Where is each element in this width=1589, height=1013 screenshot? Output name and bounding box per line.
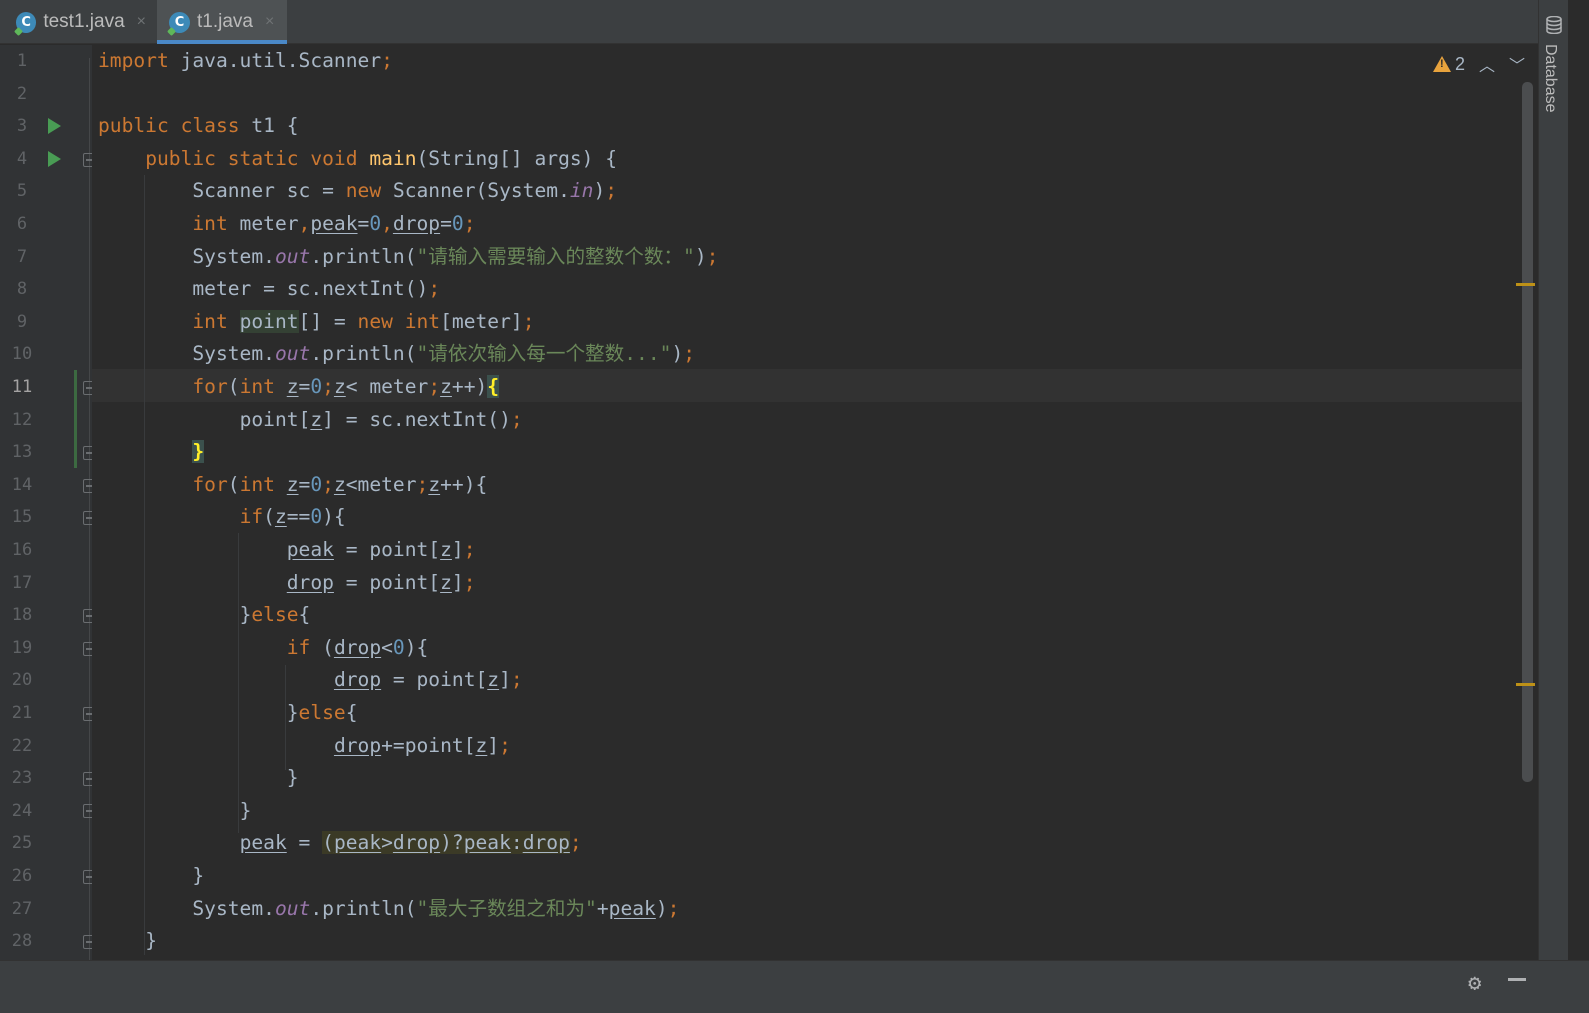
line-number: 28 xyxy=(11,931,33,952)
warning-stripe-marker[interactable] xyxy=(1516,283,1535,286)
line-number: 22 xyxy=(11,735,33,756)
vertical-scrollbar[interactable] xyxy=(1522,82,1533,782)
line-number: 2 xyxy=(16,83,28,104)
code-line-24: } xyxy=(239,798,252,822)
previous-highlight-icon[interactable]: ︿ xyxy=(1479,52,1495,76)
line-number: 27 xyxy=(11,898,33,919)
database-tool-button[interactable]: Database xyxy=(1541,44,1559,113)
tab-test1-java[interactable]: C test1.java × xyxy=(0,0,156,44)
vcs-change-marker[interactable] xyxy=(74,370,77,468)
code-editor[interactable]: import java.util.Scanner; public class t… xyxy=(92,45,1522,960)
line-number: 5 xyxy=(16,181,28,202)
code-line-3: public class t1 { xyxy=(98,114,299,138)
line-number: 7 xyxy=(16,246,28,267)
right-tool-strip: Database xyxy=(1538,0,1568,960)
code-line-22: drop+=point[z]; xyxy=(333,733,511,757)
inspection-widget[interactable]: 2 ︿ ﹀ xyxy=(1433,51,1525,77)
java-class-icon: C xyxy=(169,11,190,33)
line-number: 3 xyxy=(16,116,28,137)
code-line-8: meter = sc.nextInt(); xyxy=(192,277,441,301)
tab-label: t1.java xyxy=(197,11,253,32)
code-line-18: }else{ xyxy=(239,603,311,627)
line-number: 4 xyxy=(16,148,28,169)
code-line-14: for(int z=0;z<meter;z++){ xyxy=(192,472,488,496)
code-line-25: peak = (peak>drop)?peak:drop; xyxy=(239,831,582,855)
editor-gutter: 1 2 3 4 5 6 7 8 9 10 11 12 13 14 15 16 17 18 19 20 21 22 23 24 2… xyxy=(0,45,96,960)
line-number: 26 xyxy=(11,866,33,886)
line-number: 23 xyxy=(11,768,33,789)
code-line-1: import java.util.Scanner; xyxy=(98,49,393,72)
warning-count: 2 xyxy=(1455,53,1466,74)
code-line-13: } xyxy=(192,440,205,464)
run-class-icon[interactable] xyxy=(48,118,61,134)
java-class-icon: C xyxy=(16,11,37,33)
warning-stripe-marker[interactable] xyxy=(1516,683,1535,686)
code-line-12: point[z] = sc.nextInt(); xyxy=(239,407,523,431)
line-number: 14 xyxy=(11,474,33,495)
code-line-5: Scanner sc = new Scanner(System.in); xyxy=(192,179,618,203)
line-number: 24 xyxy=(11,800,33,821)
editor-tab-bar: C test1.java × C t1.java × xyxy=(0,0,1538,44)
line-number: 17 xyxy=(11,572,33,593)
code-line-19: if (drop<0){ xyxy=(286,635,429,659)
line-number: 19 xyxy=(11,637,33,658)
line-number: 1 xyxy=(16,51,28,71)
line-number: 9 xyxy=(16,311,28,332)
line-number: 21 xyxy=(11,703,33,723)
line-number: 11 xyxy=(11,377,33,397)
gutter-divider xyxy=(89,58,90,960)
gear-icon[interactable]: ⚙ xyxy=(1468,971,1481,996)
line-number: 20 xyxy=(11,670,33,691)
minimize-icon[interactable] xyxy=(1508,978,1526,981)
code-line-26: } xyxy=(192,864,205,887)
line-number: 8 xyxy=(16,279,28,300)
code-line-20: drop = point[z]; xyxy=(333,668,523,692)
code-line-21: }else{ xyxy=(286,701,358,724)
next-highlight-icon[interactable]: ﹀ xyxy=(1509,52,1525,76)
code-line-10: System.out.println("请依次输入每一个整数..."); xyxy=(192,342,696,366)
code-line-27: System.out.println("最大子数组之和为"+peak); xyxy=(192,896,680,920)
tab-label: test1.java xyxy=(43,11,125,32)
line-number: 25 xyxy=(11,833,33,854)
code-line-16: peak = point[z]; xyxy=(286,538,476,561)
line-number: 18 xyxy=(11,605,33,626)
line-number: 12 xyxy=(11,409,33,430)
code-line-6: int meter,peak=0,drop=0; xyxy=(192,212,476,235)
line-number: 15 xyxy=(11,507,33,528)
code-line-7: System.out.println("请输入需要输入的整数个数："); xyxy=(192,244,719,268)
code-line-11: for(int z=0;z< meter;z++){ xyxy=(192,375,500,398)
code-line-23: } xyxy=(286,766,299,790)
line-number: 6 xyxy=(16,214,28,234)
run-main-icon[interactable] xyxy=(48,151,61,167)
line-number: 16 xyxy=(11,540,33,560)
code-line-17: drop = point[z]; xyxy=(286,570,476,594)
warning-icon xyxy=(1433,56,1451,72)
code-line-4: public static void main(String[] args) { xyxy=(145,146,618,170)
code-line-9: int point[] = new int[meter]; xyxy=(192,309,535,333)
close-icon[interactable]: × xyxy=(265,13,274,31)
line-number: 10 xyxy=(11,344,33,365)
close-icon[interactable]: × xyxy=(137,13,146,31)
database-icon[interactable] xyxy=(1546,16,1562,34)
code-line-15: if(z==0){ xyxy=(239,505,346,529)
status-bar: ⚙ xyxy=(0,960,1589,1013)
code-line-28: } xyxy=(145,929,157,953)
line-number: 13 xyxy=(11,442,33,463)
tab-t1-java[interactable]: C t1.java × xyxy=(157,0,287,44)
